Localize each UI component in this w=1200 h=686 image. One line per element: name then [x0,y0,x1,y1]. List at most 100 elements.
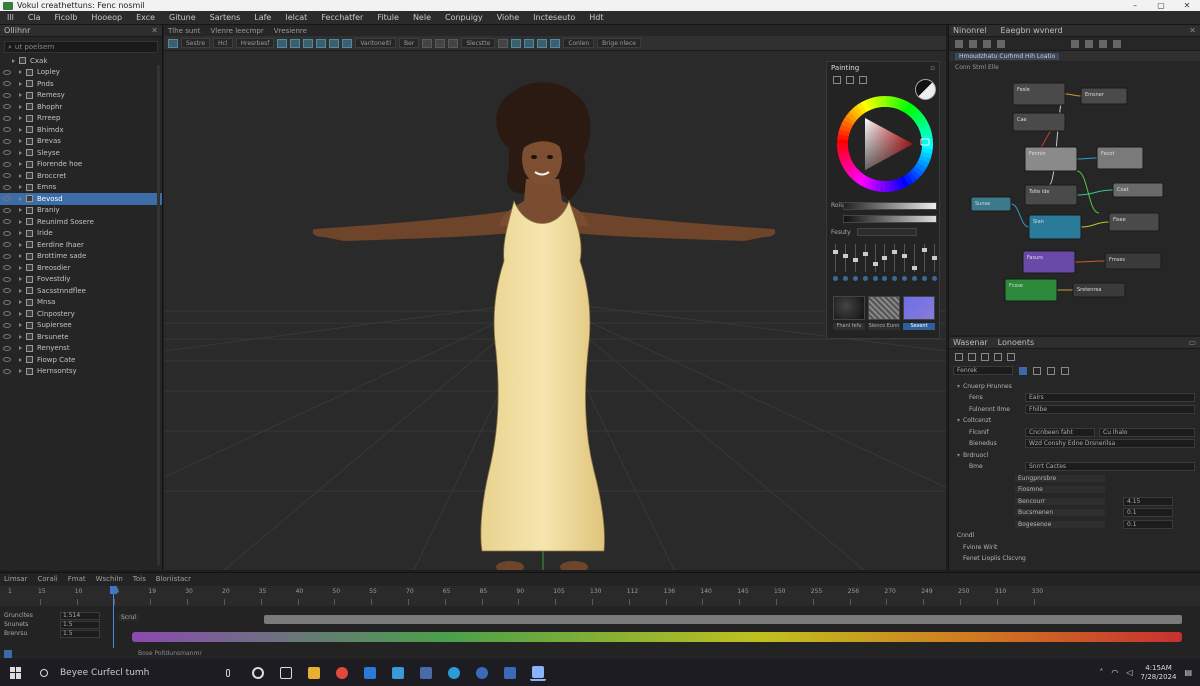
outliner-item[interactable]: Reunimd Sosere [0,216,162,228]
eye-icon[interactable] [3,138,11,144]
eye-icon[interactable] [3,69,11,75]
eye-icon[interactable] [3,276,11,282]
tab-viewport-3[interactable]: Vresienre [274,27,307,35]
chevron-right-icon[interactable] [19,173,22,178]
node-link[interactable] [1076,189,1114,196]
view-grid-icon[interactable] [1033,366,1041,375]
outliner-item[interactable]: Emns [0,182,162,194]
outliner-item[interactable]: Supiersee [0,320,162,332]
select-dropdown[interactable]: Hresrbesf [235,38,275,48]
eye-icon[interactable] [3,299,11,305]
menu-item-12[interactable]: Conpuigy [438,13,490,22]
brush-thumbnail-1[interactable] [833,296,865,320]
menu-item-9[interactable]: Fecchatfer [314,13,370,22]
outliner-item[interactable]: Pnds [0,78,162,90]
material-preview-icon[interactable] [524,38,535,48]
channel-slider[interactable] [922,244,928,284]
transform-orientation-dropdown[interactable]: Brige nlece [597,38,641,48]
menu-item-7[interactable]: Lafe [247,13,278,22]
node-search[interactable]: Conn Stml Elle [949,61,1200,73]
chevron-right-icon[interactable] [19,277,22,282]
slider-knob[interactable] [872,262,878,266]
sort-icon[interactable] [1047,366,1055,375]
slider-knob[interactable] [892,250,898,254]
outliner-item[interactable]: Broccret [0,170,162,182]
snap-icon[interactable] [329,38,340,48]
property-value[interactable]: Fhilbe [1025,404,1195,414]
chevron-right-icon[interactable] [19,219,22,224]
timeline-tab[interactable]: Bloriistacr [156,575,191,583]
outliner-item[interactable]: Sleyse [0,147,162,159]
menu-item-15[interactable]: Hdt [582,13,610,22]
overlay-icon[interactable] [1113,39,1121,48]
volume-icon[interactable]: ◁ [1126,668,1132,677]
node-link[interactable] [1010,203,1030,228]
outliner-root[interactable]: Cxak [0,55,162,67]
dress-shape[interactable] [480,199,605,552]
eye-icon[interactable] [3,322,11,328]
eye-icon[interactable] [3,288,11,294]
channel-slider[interactable] [833,244,838,284]
eye-icon[interactable] [3,265,11,271]
channel-slider[interactable] [902,244,908,284]
slider-knob[interactable] [922,248,928,252]
maximize-button[interactable]: ▢ [1148,0,1174,11]
outliner-item[interactable]: Breosdier [0,262,162,274]
brush-label-2[interactable]: Slenco Eunn [868,323,900,330]
photos-icon[interactable] [530,665,546,681]
outliner-item[interactable]: Bhophr [0,101,162,113]
outliner-item[interactable]: Fiowp Cate [0,354,162,366]
rotate-tool-icon[interactable] [290,38,301,48]
chevron-up-icon[interactable]: ˄ [1099,668,1103,677]
chevron-right-icon[interactable] [19,162,22,167]
select-tool-icon[interactable] [168,38,178,48]
chevron-right-icon[interactable] [19,242,22,247]
graph-node[interactable]: Coat [1112,182,1164,198]
graph-node[interactable]: Fennin [1024,146,1078,172]
steam-icon[interactable] [474,665,490,681]
clock[interactable]: 4:15AM 7/28/2024 [1141,664,1177,682]
timeline-tab[interactable]: Fmat [68,575,86,583]
taskbar-search[interactable]: Beyee Curfecl tumh [40,663,230,682]
outliner-item[interactable]: Fovestdiy [0,274,162,286]
slider-knob[interactable] [852,258,858,262]
transform-tool-icon[interactable] [316,38,327,48]
channel-slider[interactable] [931,244,937,284]
chevron-right-icon[interactable] [19,139,22,144]
timeline-tab[interactable]: Limsar [4,575,27,583]
brush-thumbnail-2[interactable] [868,296,900,320]
graph-node[interactable]: Sunse [970,196,1012,212]
pivot-dropdown[interactable]: Slecstte [461,38,496,48]
timeline-tab[interactable]: Wschiln [96,575,123,583]
outliner-item[interactable]: Mnsa [0,297,162,309]
collapse-icon[interactable]: ▭ [1188,338,1196,347]
eye-icon[interactable] [3,184,11,190]
chevron-right-icon[interactable] [19,346,22,351]
overlay-dropdown[interactable]: Ber [399,38,420,48]
outliner-item[interactable]: Remesy [0,90,162,102]
wifi-icon[interactable]: ◠ [1111,668,1118,677]
render-preview-icon[interactable] [511,38,522,48]
graph-node[interactable]: Slan [1028,214,1082,240]
slider-knob[interactable] [912,266,918,270]
view-dropdown[interactable]: Hcl [213,38,233,48]
microphone-icon[interactable] [226,668,230,677]
outliner-item[interactable]: Rrreep [0,113,162,125]
outliner-item[interactable]: Braniy [0,205,162,217]
node-breadcrumb-text[interactable]: Hmoudzhatu Curhmd Hih Loatio [955,52,1060,60]
knife-tool-icon[interactable] [448,38,459,48]
timeline-tab[interactable]: Tois [133,575,146,583]
view-list-icon[interactable] [1019,366,1027,375]
channel-slider[interactable] [852,244,858,284]
outliner-item[interactable]: Iride [0,228,162,240]
graph-node-body[interactable] [1024,184,1078,206]
property-value[interactable]: Cncnbeen faht [1025,427,1095,437]
eye-icon[interactable] [3,150,11,156]
mute-icon[interactable] [1071,39,1079,48]
graph-node[interactable]: Fmses [1104,252,1162,270]
eye-icon[interactable] [3,357,11,363]
graph-node[interactable]: Fesle [1012,82,1066,106]
tab-viewport-1[interactable]: Tlhe sunt [168,27,200,35]
material-icon[interactable] [981,353,989,361]
chevron-right-icon[interactable] [19,185,22,190]
